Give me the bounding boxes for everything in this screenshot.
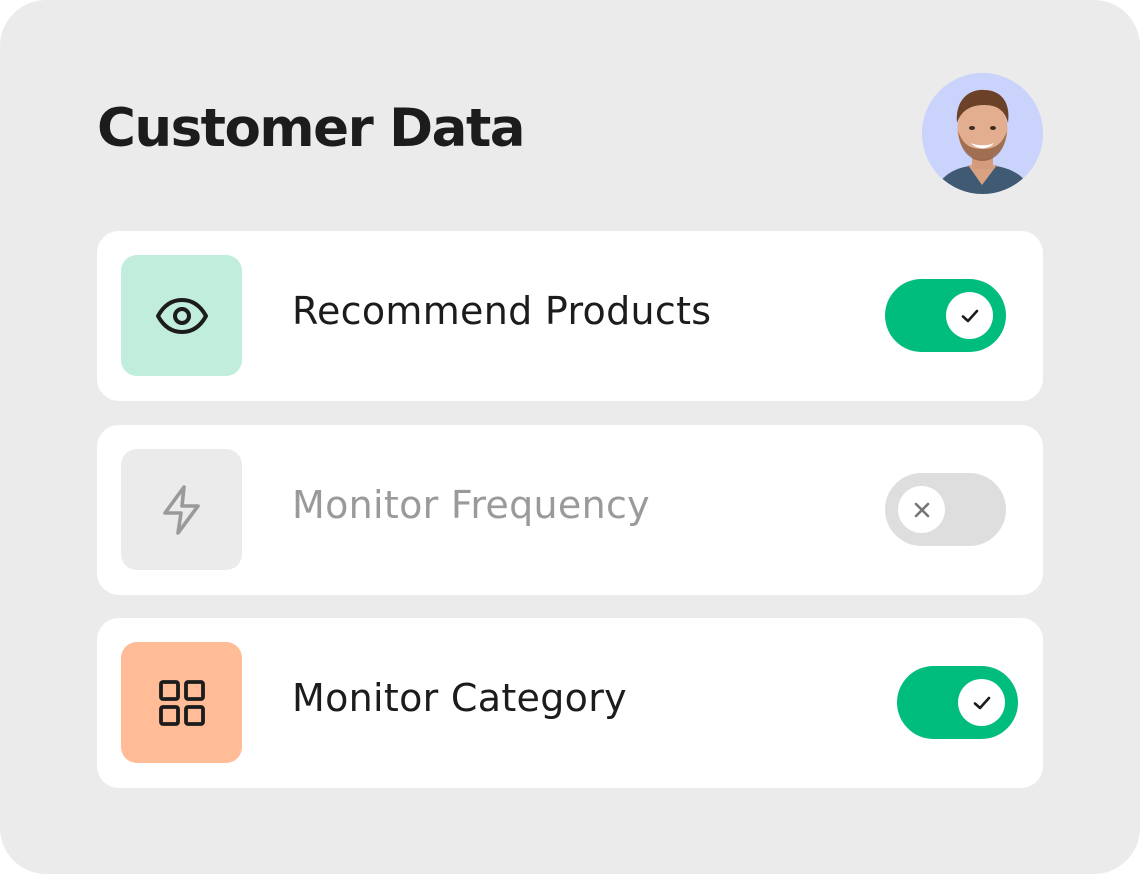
setting-label: Recommend Products: [292, 289, 712, 333]
customer-data-card: Customer Data Recommend Products Monitor…: [0, 0, 1140, 874]
setting-row-monitor-frequency: Monitor Frequency: [97, 425, 1043, 595]
card-title: Customer Data: [97, 98, 526, 159]
setting-icon-tile: [121, 255, 242, 376]
toggle-knob: [898, 486, 945, 533]
setting-icon-tile: [121, 642, 242, 763]
close-icon: [914, 502, 929, 517]
monitor-category-toggle[interactable]: [897, 666, 1018, 739]
setting-icon-tile: [121, 449, 242, 570]
grid-icon: [158, 679, 205, 726]
monitor-frequency-toggle[interactable]: [885, 473, 1006, 546]
toggle-knob: [946, 292, 993, 339]
avatar[interactable]: [922, 73, 1043, 194]
setting-row-monitor-category: Monitor Category: [97, 618, 1043, 788]
recommend-products-toggle[interactable]: [885, 279, 1006, 352]
setting-label: Monitor Category: [292, 676, 627, 720]
toggle-knob: [958, 679, 1005, 726]
check-icon: [961, 309, 978, 322]
setting-row-recommend-products: Recommend Products: [97, 231, 1043, 401]
eye-icon: [155, 297, 208, 334]
lightning-icon: [162, 484, 200, 535]
setting-label: Monitor Frequency: [292, 483, 650, 527]
user-avatar-icon: [922, 73, 1043, 194]
check-icon: [973, 696, 990, 709]
